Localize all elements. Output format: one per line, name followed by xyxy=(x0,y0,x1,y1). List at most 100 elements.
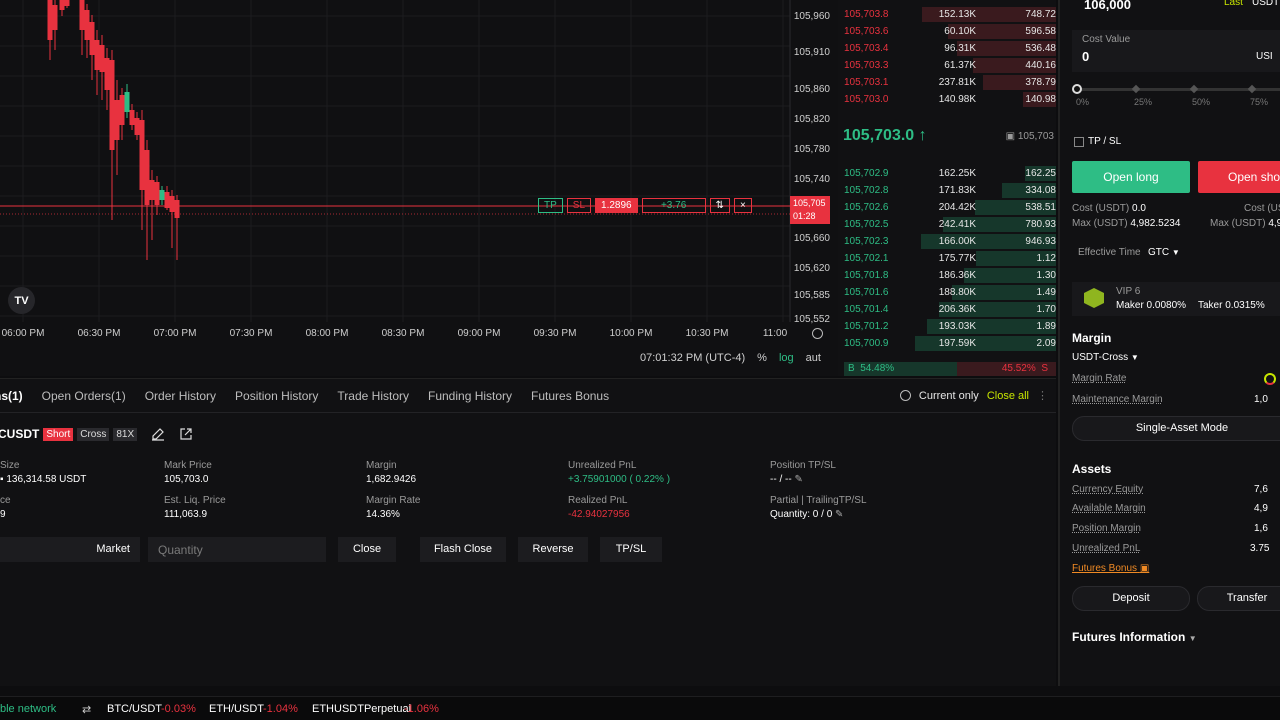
tab-trade-history[interactable]: Trade History xyxy=(337,389,409,403)
deposit-button[interactable]: Deposit xyxy=(1072,586,1190,611)
reverse-icon[interactable]: ⇅ xyxy=(709,198,730,213)
tab-position-history[interactable]: Position History xyxy=(235,389,318,403)
price-chart[interactable]: 105,960 105,910 105,860 105,820 105,780 105,7… xyxy=(0,0,838,376)
leverage-badge: 81X xyxy=(113,427,138,441)
upnl-value: +3.75901000 ( 0.22% ) xyxy=(568,474,671,485)
ticker-settings-icon[interactable]: ⇄ xyxy=(82,703,91,716)
level-price: 105,703.0 xyxy=(844,94,889,105)
slider-handle[interactable] xyxy=(1072,84,1082,94)
bid-row[interactable]: 105,702.3 166.00K 946.93 xyxy=(838,233,1056,250)
bonus-icon: ▣ xyxy=(1139,563,1150,574)
tpsl-checkbox[interactable] xyxy=(1074,137,1084,147)
tp-button[interactable]: TP xyxy=(538,198,563,213)
bid-row[interactable]: 105,702.1 175.77K 1.12 xyxy=(838,250,1056,267)
reverse-button[interactable]: Reverse xyxy=(518,537,588,562)
close-icon[interactable]: × xyxy=(734,198,752,213)
ask-row[interactable]: 105,703.8 152.13K 748.72 xyxy=(838,6,1056,23)
position-line-widget[interactable]: TP SL 1.2896 +3.76 ⇅ × xyxy=(538,198,752,213)
tradingview-logo-icon[interactable]: TV xyxy=(8,287,35,314)
edit-icon[interactable]: ✎ xyxy=(835,509,843,520)
close-button[interactable]: Close xyxy=(338,537,396,562)
ticker-symbol[interactable]: BTC/USDT xyxy=(107,703,162,715)
price-input-value[interactable]: 106,000 xyxy=(1084,0,1131,12)
tab-order-history[interactable]: Order History xyxy=(145,389,216,403)
margin-mode-select[interactable]: USDT-Cross ▼ xyxy=(1072,352,1139,363)
network-status[interactable]: ble network xyxy=(0,703,56,715)
fee-tier-box[interactable]: VIP 6 Maker 0.0080% Taker 0.0315% xyxy=(1072,282,1280,316)
bid-row[interactable]: 105,702.8 171.83K 334.08 xyxy=(838,182,1056,199)
sell-ratio: 45.52% S xyxy=(956,362,1056,376)
flash-close-button[interactable]: Flash Close xyxy=(420,537,506,562)
candle-body xyxy=(99,45,105,72)
slider-tick[interactable] xyxy=(1131,84,1141,94)
slider-percent-label[interactable]: 50% xyxy=(1192,97,1210,107)
open-long-button[interactable]: Open long xyxy=(1072,161,1190,193)
futures-info-toggle[interactable]: Futures Information ▼ xyxy=(1072,630,1197,644)
price-axis-label: 105,660 xyxy=(793,233,830,244)
bid-row[interactable]: 105,702.9 162.25K 162.25 xyxy=(838,165,1056,182)
sell-pct: 45.52% xyxy=(1001,363,1036,374)
ask-row[interactable]: 105,703.3 61.37K 440.16 xyxy=(838,57,1056,74)
tab-open-orders-1[interactable]: Open Orders(1) xyxy=(42,389,126,403)
current-only-radio[interactable] xyxy=(899,390,911,401)
max-long: Max (USDT) 4,982.5234 xyxy=(1072,218,1180,229)
ask-row[interactable]: 105,703.6 60.10K 596.58 xyxy=(838,23,1056,40)
level-price: 105,703.4 xyxy=(844,43,889,54)
bid-row[interactable]: 105,702.5 242.41K 780.93 xyxy=(838,216,1056,233)
sl-button[interactable]: SL xyxy=(566,198,592,213)
partial-value[interactable]: Quantity: 0 / 0 ✎ xyxy=(770,509,867,520)
effective-time-select[interactable]: GTC ▼ xyxy=(1148,247,1180,258)
percent-toggle[interactable]: % xyxy=(757,352,767,364)
ask-row[interactable]: 105,703.4 96.31K 536.48 xyxy=(838,40,1056,57)
slider-tick[interactable] xyxy=(1189,84,1199,94)
bid-row[interactable]: 105,700.9 197.59K 2.09 xyxy=(838,335,1056,352)
futures-bonus-link[interactable]: Futures Bonus ▣ xyxy=(1072,563,1149,574)
candle-body xyxy=(59,0,65,10)
slider-percent-label[interactable]: 25% xyxy=(1134,97,1152,107)
market-type-button[interactable]: Market xyxy=(0,537,140,562)
tpsl-button[interactable]: TP/SL xyxy=(600,537,662,562)
tpsl-value[interactable]: -- / -- ✎ xyxy=(770,474,836,485)
rpnl-label: Realized PnL xyxy=(568,495,628,506)
share-icon[interactable] xyxy=(179,427,193,441)
tpsl-label[interactable]: TP / SL xyxy=(1088,136,1121,147)
more-icon[interactable]: ⋮ xyxy=(1037,389,1048,402)
open-short-button[interactable]: Open shor xyxy=(1198,161,1280,193)
tab-ns-1[interactable]: ns(1) xyxy=(0,389,23,403)
edit-icon[interactable]: ✎ xyxy=(794,474,802,485)
position-actions: Market Close Flash Close Reverse TP/SL xyxy=(0,537,700,563)
ask-row[interactable]: 105,703.1 237.81K 378.79 xyxy=(838,74,1056,91)
max-long-value: 4,982.5234 xyxy=(1130,218,1181,229)
log-toggle[interactable]: log xyxy=(779,352,794,364)
level-price: 105,703.3 xyxy=(844,60,889,71)
ask-row[interactable]: 105,703.0 140.98K 140.98 xyxy=(838,91,1056,108)
price-axis-label: 105,620 xyxy=(793,263,830,274)
last-price-button[interactable]: Last xyxy=(1224,0,1243,8)
time-axis-label: 06:30 PM xyxy=(77,328,121,339)
auto-toggle[interactable]: aut xyxy=(806,352,821,364)
close-all-button[interactable]: Close all xyxy=(987,390,1029,402)
transfer-button[interactable]: Transfer xyxy=(1197,586,1280,611)
tab-futures-bonus[interactable]: Futures Bonus xyxy=(531,389,609,403)
ticker-symbol[interactable]: ETH/USDT xyxy=(209,703,264,715)
bid-row[interactable]: 105,701.4 206.36K 1.70 xyxy=(838,301,1056,318)
bid-row[interactable]: 105,701.2 193.03K 1.89 xyxy=(838,318,1056,335)
bid-row[interactable]: 105,702.6 204.42K 538.51 xyxy=(838,199,1056,216)
mrate-value: 14.36% xyxy=(366,509,400,520)
ticker-symbol[interactable]: ETHUSDTPerpetual xyxy=(312,703,411,715)
cost-long-value: 0.0 xyxy=(1132,203,1146,214)
quantity-input[interactable] xyxy=(148,537,326,562)
current-only-label[interactable]: Current only xyxy=(919,390,979,402)
slider-percent-label[interactable]: 0% xyxy=(1076,97,1089,107)
order-entry-panel: 106,000 Last USDT Cost Value 0 USI 0% 25%… xyxy=(1058,0,1280,686)
tab-funding-history[interactable]: Funding History xyxy=(428,389,512,403)
position-symbol[interactable]: CUSDT xyxy=(0,427,39,441)
bid-row[interactable]: 105,701.8 186.36K 1.30 xyxy=(838,267,1056,284)
clock-icon[interactable] xyxy=(812,328,823,339)
bid-row[interactable]: 105,701.6 188.80K 1.49 xyxy=(838,284,1056,301)
edit-icon[interactable] xyxy=(151,427,165,441)
slider-tick[interactable] xyxy=(1247,84,1257,94)
time-axis-label: 08:30 PM xyxy=(381,328,425,339)
slider-percent-label[interactable]: 75% xyxy=(1250,97,1268,107)
single-asset-mode-button[interactable]: Single-Asset Mode xyxy=(1072,416,1280,441)
